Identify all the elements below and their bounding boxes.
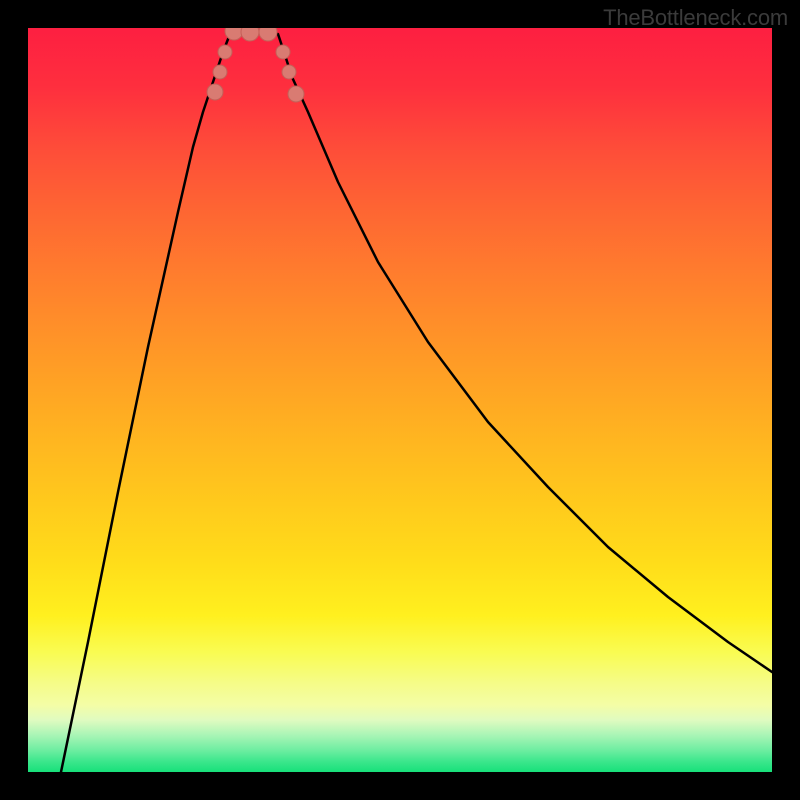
marker-right-2 bbox=[282, 65, 296, 79]
chart-frame: TheBottleneck.com bbox=[0, 0, 800, 800]
watermark-text: TheBottleneck.com bbox=[603, 5, 788, 31]
marker-left-1 bbox=[207, 84, 223, 100]
bottleneck-curve bbox=[61, 30, 772, 772]
marker-left-2 bbox=[213, 65, 227, 79]
curve-layer bbox=[61, 30, 772, 772]
marker-right-3 bbox=[288, 86, 304, 102]
marker-left-3 bbox=[218, 45, 232, 59]
marker-bottom-3 bbox=[259, 28, 277, 41]
marker-layer bbox=[207, 28, 304, 102]
plot-area bbox=[28, 28, 772, 772]
chart-svg bbox=[28, 28, 772, 772]
marker-right-1 bbox=[276, 45, 290, 59]
marker-bottom-2 bbox=[241, 28, 259, 41]
